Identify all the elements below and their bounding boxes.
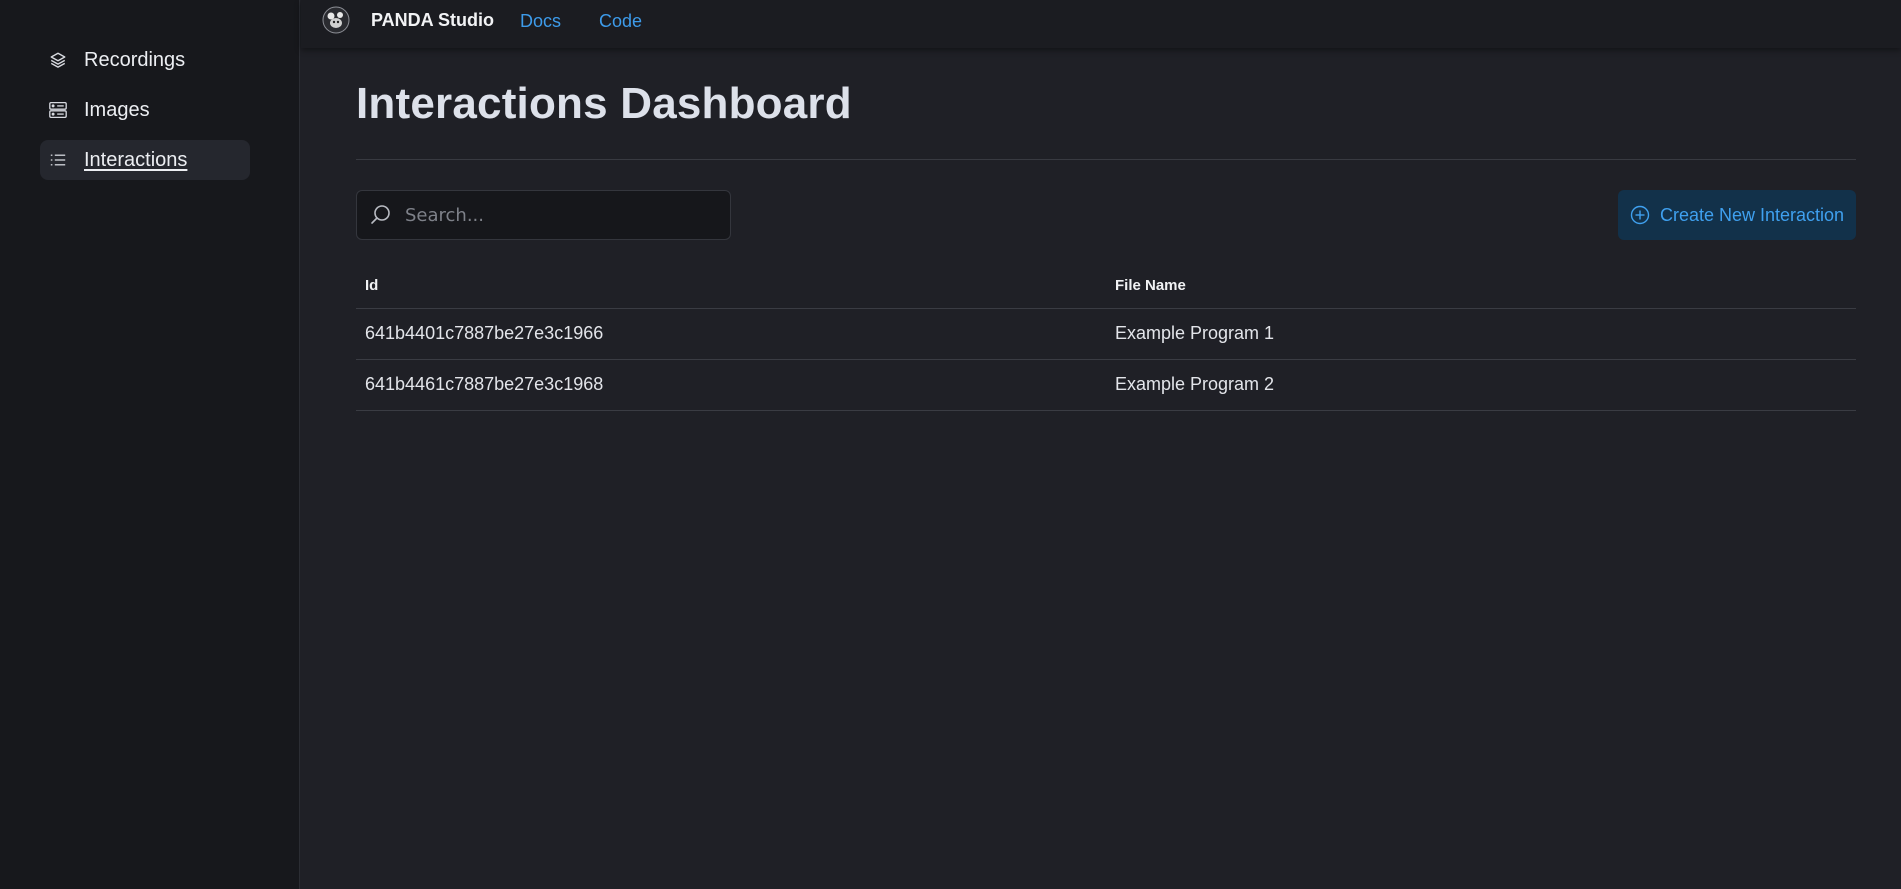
table-row[interactable]: 641b4461c7887be27e3c1968 Example Program…: [356, 359, 1856, 411]
server-icon: [48, 100, 68, 120]
create-new-interaction-button[interactable]: Create New Interaction: [1618, 190, 1856, 240]
panda-logo-icon[interactable]: [321, 5, 351, 35]
cell-file-name: Example Program 2: [1106, 359, 1856, 411]
app-root: Recordings Images Interactions PANDA Stu…: [0, 0, 1901, 889]
search-box[interactable]: [356, 190, 731, 240]
cell-file-name: Example Program 1: [1106, 308, 1856, 360]
list-icon: [48, 150, 68, 170]
sidebar-item-interactions[interactable]: Interactions: [40, 140, 250, 180]
top-bar: PANDA Studio Docs Code: [301, 0, 1901, 48]
plus-circle-icon: [1630, 205, 1650, 225]
page-title: Interactions Dashboard: [356, 79, 852, 128]
docs-link[interactable]: Docs: [520, 11, 561, 32]
sidebar-nav: Recordings Images Interactions: [40, 40, 250, 190]
cell-id: 641b4461c7887be27e3c1968: [356, 359, 1106, 411]
sidebar-item-label: Images: [84, 98, 150, 121]
search-input[interactable]: [405, 204, 705, 226]
interactions-table: Id File Name 641b4401c7887be27e3c1966 Ex…: [356, 264, 1856, 411]
sidebar-item-images[interactable]: Images: [40, 90, 250, 130]
sidebar-item-label: Recordings: [84, 48, 186, 71]
brand-name: PANDA Studio: [371, 10, 494, 30]
sidebar-item-label: Interactions: [84, 148, 188, 171]
sidebar-item-recordings[interactable]: Recordings: [40, 40, 250, 80]
cell-id: 641b4401c7887be27e3c1966: [356, 308, 1106, 360]
title-divider: [356, 159, 1856, 160]
column-header-id[interactable]: Id: [356, 264, 1106, 309]
table-header-row: Id File Name: [356, 264, 1856, 309]
create-button-label: Create New Interaction: [1659, 204, 1845, 225]
layers-icon: [48, 50, 68, 70]
table-row[interactable]: 641b4401c7887be27e3c1966 Example Program…: [356, 308, 1856, 360]
sidebar: Recordings Images Interactions: [0, 0, 300, 889]
column-header-file-name[interactable]: File Name: [1106, 264, 1856, 309]
search-icon: [369, 203, 393, 227]
code-link[interactable]: Code: [599, 11, 642, 32]
